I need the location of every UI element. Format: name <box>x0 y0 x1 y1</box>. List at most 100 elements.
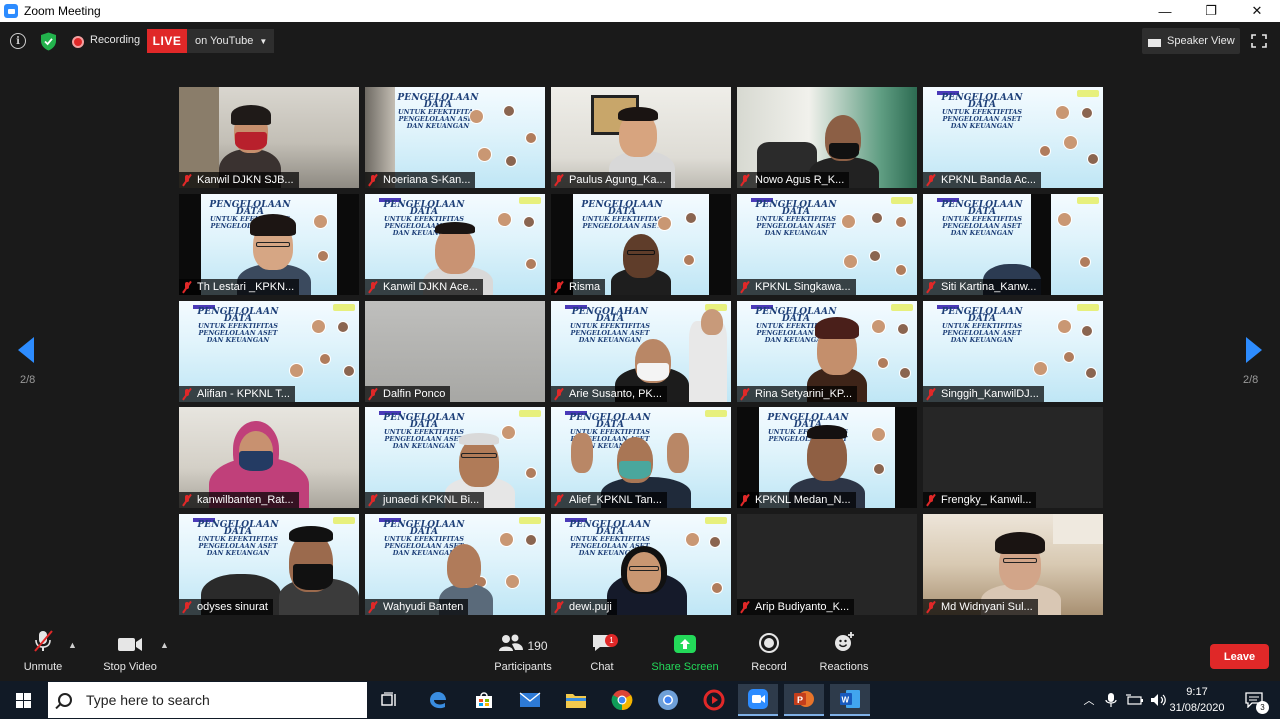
participant-name-label: Arip Budiyanto_K... <box>737 599 855 615</box>
word-taskbar-app[interactable]: W <box>830 684 870 716</box>
reactions-button[interactable]: Reactions <box>818 625 870 681</box>
live-stream-label: on YouTube <box>195 35 254 47</box>
participant-tile[interactable]: PENGELOLAAN DATAUNTUK EFEKTIFITASPENGELO… <box>179 193 359 295</box>
record-icon <box>759 633 779 653</box>
powerpoint-taskbar-app[interactable]: P <box>784 684 824 716</box>
store-bag-icon <box>476 692 492 708</box>
participant-name-label: kanwilbanten_Rat... <box>179 492 299 509</box>
participant-name-label: Wahyudi Banten <box>365 599 469 615</box>
mic-muted-icon <box>554 494 564 506</box>
participant-tile[interactable]: PENGELOLAAN DATAUNTUK EFEKTIFITASPENGELO… <box>923 87 1103 188</box>
window-title: Zoom Meeting <box>24 4 101 18</box>
gallery-view: Kanwil DJKN SJB... PENGELOLAAN DATA UNTUK… <box>179 87 1103 615</box>
battery-plug-icon[interactable] <box>1126 693 1144 707</box>
participant-tile[interactable]: PENGELOLAAN DATAUNTUK EFEKTIFITASPENGELO… <box>737 300 917 402</box>
participant-tile[interactable]: PENGELOLAAN DATAUNTUK EFEKTIFITASPENGELO… <box>551 407 731 509</box>
participant-name-label: KPKNL Singkawa... <box>737 278 856 295</box>
video-camera-icon <box>118 638 142 651</box>
window-controls: — ❐ ✕ <box>1142 0 1280 22</box>
window-titlebar: Zoom Meeting — ❐ ✕ <box>0 0 1280 22</box>
unmute-button[interactable]: Unmute <box>18 625 68 681</box>
participant-tile[interactable]: PENGELOLAAN DATAUNTUK EFEKTIFITASPENGELO… <box>737 407 917 509</box>
mic-muted-icon <box>368 494 378 506</box>
video-options-caret-icon[interactable]: ▲ <box>160 640 169 650</box>
meeting-toolbar: Unmute ▲ Stop Video ▲ 190 Participants C… <box>0 625 1280 681</box>
participant-name-label: Rina Setyarini_KP... <box>737 385 858 402</box>
chrome-alt-taskbar-app[interactable] <box>648 684 688 716</box>
slide-text: PENGELOLAAN DATAUNTUK EFEKTIFITASPENGELO… <box>197 306 279 344</box>
participant-tile[interactable]: PENGELOLAAN DATAUNTUK EFEKTIFITASPENGELO… <box>365 514 545 615</box>
participant-tile[interactable]: Md Widnyani Sul... <box>923 514 1103 615</box>
slide-text: PENGELOLAAN DATAUNTUK EFEKTIFITASPENGELO… <box>941 93 1023 130</box>
zoom-taskbar-app[interactable] <box>738 684 778 716</box>
taskbar-clock[interactable]: 9:17 31/08/2020 <box>1166 684 1228 716</box>
media-player-taskbar-app[interactable] <box>694 684 734 716</box>
participant-name-label: KPKNL Medan_N... <box>737 492 856 509</box>
chrome-taskbar-app[interactable] <box>602 684 642 716</box>
record-button[interactable]: Record <box>748 625 790 681</box>
speaker-view-button[interactable]: Speaker View <box>1142 28 1240 54</box>
file-explorer-taskbar-app[interactable] <box>556 684 596 716</box>
mic-muted-icon <box>740 601 750 613</box>
participant-tile[interactable]: Kanwil DJKN SJB... <box>179 87 359 188</box>
recording-indicator-icon <box>72 36 84 48</box>
encryption-shield-icon[interactable] <box>40 32 57 51</box>
participant-tile[interactable]: kanwilbanten_Rat... <box>179 407 359 509</box>
participant-tile[interactable]: PENGELOLAAN DATAUNTUK EFEKTIFITASPENGELO… <box>737 193 917 295</box>
fullscreen-icon[interactable] <box>1251 34 1267 48</box>
mic-muted-icon <box>740 281 750 293</box>
audio-options-caret-icon[interactable]: ▲ <box>68 640 77 650</box>
edge-taskbar-app[interactable] <box>418 684 458 716</box>
participant-name-label: Th Lestari _KPKN... <box>179 278 300 295</box>
participant-tile[interactable]: PENGELOLAAN DATAUNTUK EFEKTIFITASPENGELO… <box>551 514 731 615</box>
chrome-profile-icon <box>658 690 678 710</box>
mic-muted-icon <box>554 601 564 613</box>
store-taskbar-app[interactable] <box>464 684 504 716</box>
mic-muted-icon <box>554 281 564 293</box>
participant-tile[interactable]: PENGOLAHAN DATA UNTUK EFEKTIFITAS PENGELOL… <box>551 300 731 402</box>
stop-video-button[interactable]: Stop Video <box>100 625 160 681</box>
participant-tile[interactable]: Arip Budiyanto_K... <box>737 514 917 615</box>
participant-name-label: Kanwil DJKN SJB... <box>179 172 299 188</box>
participant-tile[interactable]: Dalfin Ponco <box>365 300 545 402</box>
mic-muted-icon <box>182 494 192 506</box>
next-page-arrow-icon[interactable] <box>1246 337 1262 363</box>
restore-button[interactable]: ❐ <box>1188 0 1234 22</box>
live-stream-dropdown[interactable]: on YouTube ▼ <box>187 29 274 53</box>
mic-muted-icon <box>368 601 378 613</box>
taskbar-search-input[interactable]: Type here to search <box>48 682 367 718</box>
minimize-button[interactable]: — <box>1142 0 1188 22</box>
participant-tile[interactable]: PENGELOLAAN DATAUNTUK EFEKTIFITASPENGELO… <box>923 193 1103 295</box>
close-window-button[interactable]: ✕ <box>1234 0 1280 22</box>
leave-meeting-button[interactable]: Leave <box>1210 644 1269 669</box>
participant-tile[interactable]: PENGELOLAAN DATAUNTUK EFEKTIFITASPENGELO… <box>365 193 545 295</box>
start-button[interactable] <box>0 681 46 719</box>
participant-tile[interactable]: PENGELOLAAN DATAUNTUK EFEKTIFITASPENGELO… <box>365 87 545 188</box>
participant-name-label: Alief_KPKNL Tan... <box>551 492 667 509</box>
mic-muted-icon <box>926 494 936 506</box>
participant-tile[interactable]: PENGELOLAAN DATAUNTUK EFEKTIFITASPENGELO… <box>179 514 359 615</box>
participant-tile[interactable]: Paulus Agung_Ka... <box>551 87 731 188</box>
action-center-button[interactable]: 3 <box>1236 684 1272 716</box>
task-view-button[interactable] <box>370 684 410 716</box>
chrome-browser-icon <box>611 690 633 711</box>
participant-tile[interactable]: PENGELOLAAN DATAUNTUK EFEKTIFITASPENGELO… <box>923 300 1103 402</box>
mic-muted-icon <box>368 388 378 400</box>
participant-tile[interactable]: Frengky_ Kanwil... <box>923 407 1103 509</box>
microphone-tray-icon[interactable] <box>1104 692 1118 708</box>
show-hidden-icons-chevron-icon[interactable]: ︿ <box>1078 692 1100 708</box>
share-screen-button[interactable]: Share Screen <box>650 625 720 681</box>
svg-text:P: P <box>797 695 803 705</box>
participants-button[interactable]: 190 Participants <box>490 625 556 681</box>
chat-button[interactable]: Chat 1 <box>584 625 620 681</box>
participant-tile[interactable]: Nowo Agus R_K... <box>737 87 917 188</box>
participant-tile[interactable]: PENGELOLAAN DATAUNTUK EFEKTIFITASPENGELO… <box>551 193 731 295</box>
previous-page-arrow-icon[interactable] <box>18 337 34 363</box>
mail-taskbar-app[interactable] <box>510 684 550 716</box>
mic-muted-icon <box>926 601 936 613</box>
participant-tile[interactable]: PENGELOLAAN DATAUNTUK EFEKTIFITASPENGELO… <box>365 407 545 509</box>
participant-tile[interactable]: PENGELOLAAN DATAUNTUK EFEKTIFITASPENGELO… <box>179 300 359 402</box>
folder-icon <box>566 694 586 708</box>
meeting-info-icon[interactable]: i <box>10 33 26 49</box>
participant-name-label: Md Widnyani Sul... <box>923 599 1038 615</box>
